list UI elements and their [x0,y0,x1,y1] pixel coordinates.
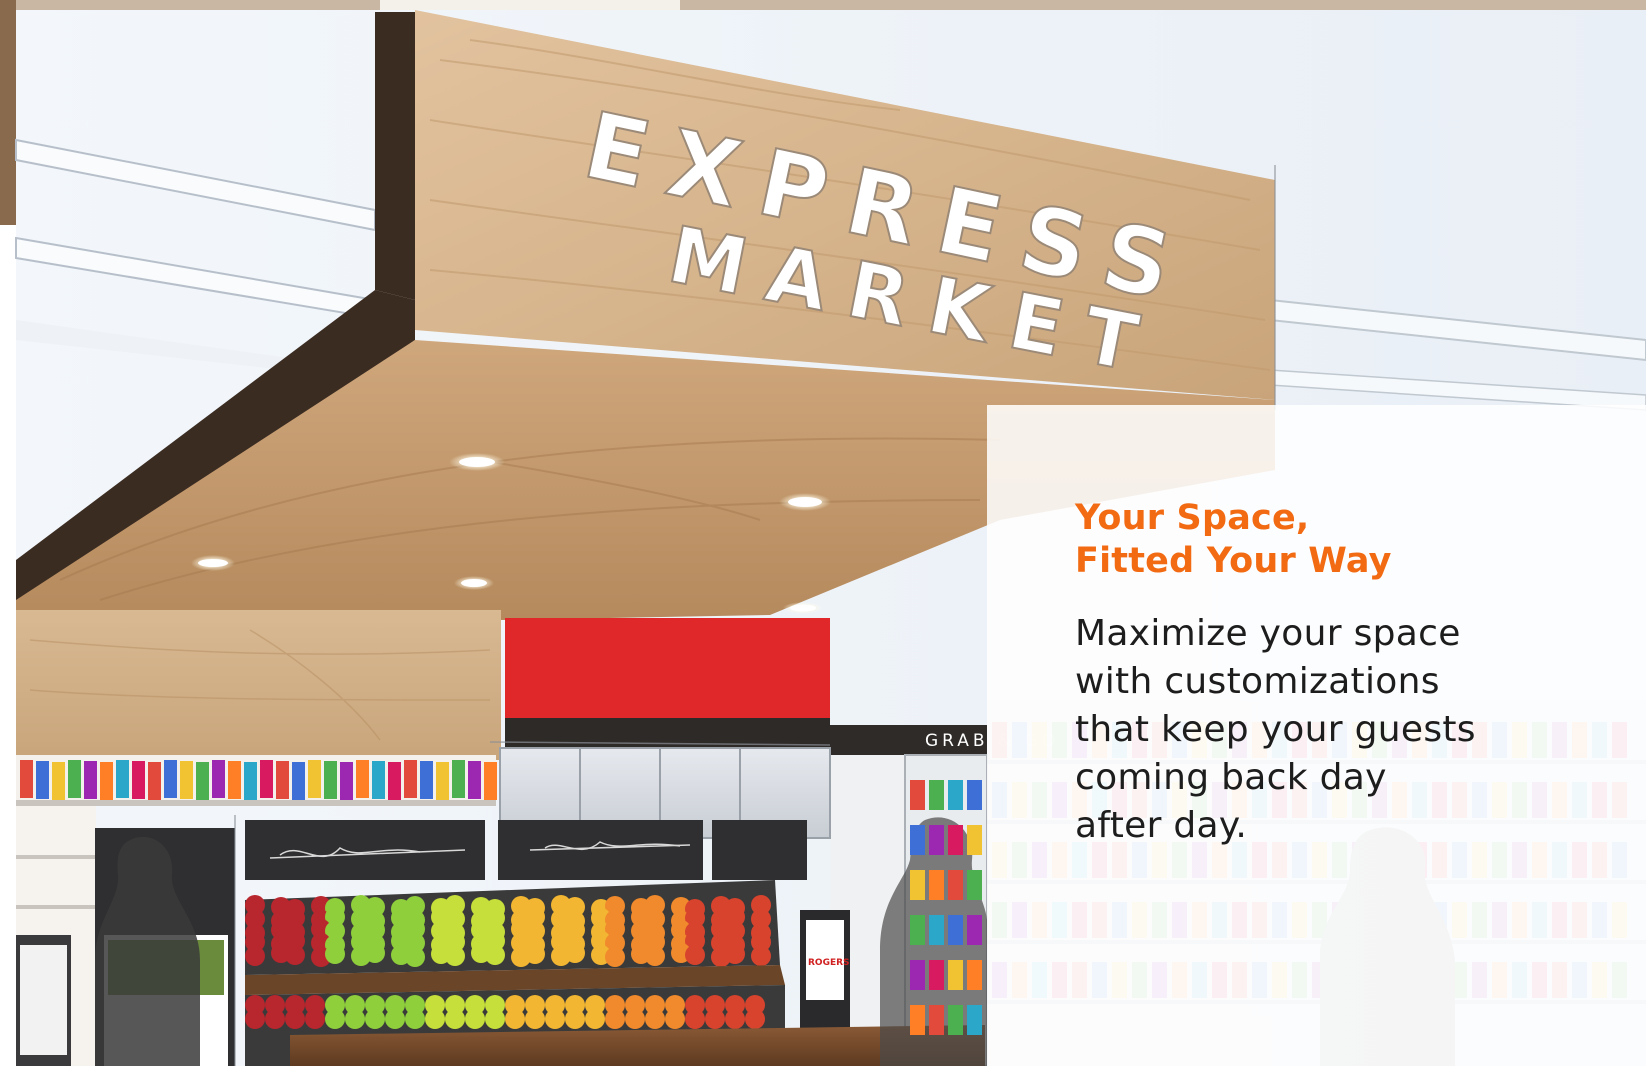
hero-section: EXPRESS MARKET GRAB ROGERS Your Space, F… [0,0,1646,1066]
panel-heading: Your Space, Fitted Your Way [1075,497,1555,583]
panel-description-line: coming back day [1075,757,1387,798]
panel-description-line: after day. [1075,805,1248,846]
panel-heading-line-2: Fitted Your Way [1075,541,1392,581]
panel-description-line: with customizations [1075,661,1440,702]
panel-heading-line-1: Your Space, [1075,498,1310,538]
panel-description: Maximize your space with customizations … [1075,610,1575,850]
panel-description-line: Maximize your space [1075,613,1461,654]
panel-description-line: that keep your guests [1075,709,1476,750]
kiosk-brand-text: ROGERS [808,958,850,968]
